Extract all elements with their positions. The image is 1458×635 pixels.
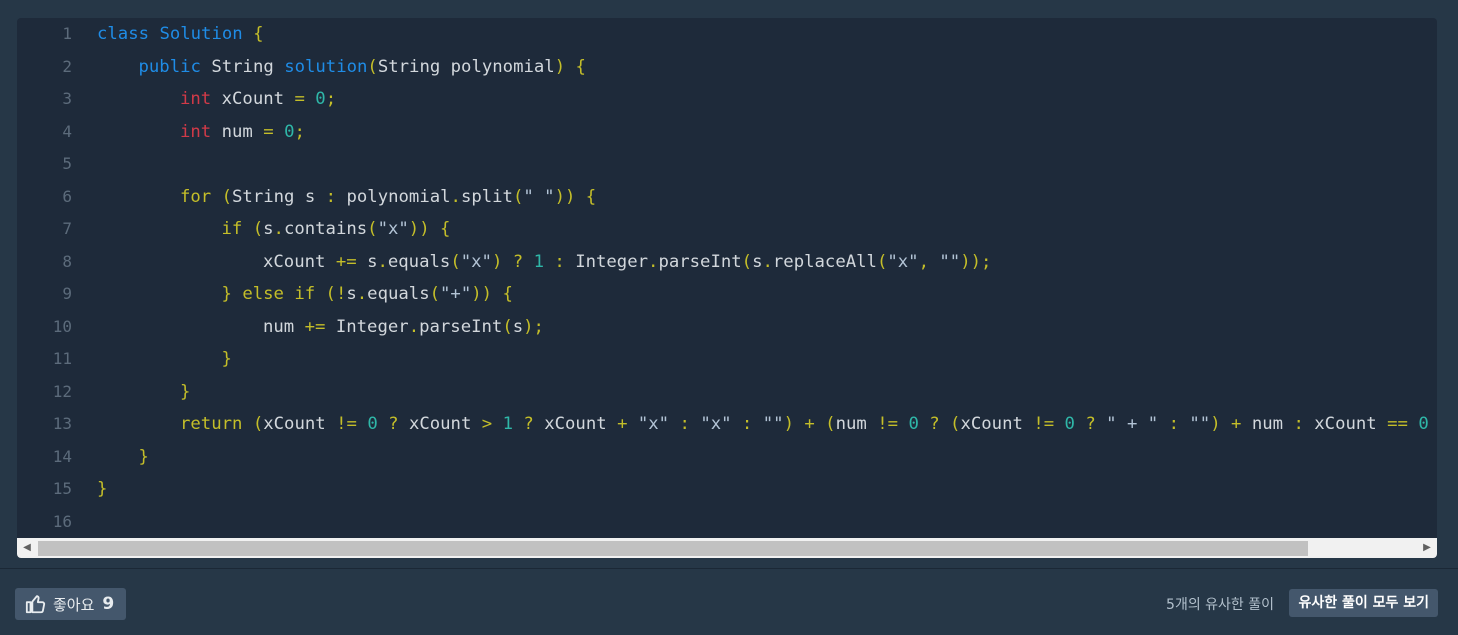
line-number: 5 — [62, 154, 72, 173]
code-text: xCount += s.equals("x") ? 1 : Integer.pa… — [263, 251, 992, 272]
code-line: 7 if (s.contains("x")) { — [17, 213, 450, 246]
line-number: 15 — [52, 479, 72, 498]
line-number: 7 — [62, 219, 72, 238]
code-line: 16 — [17, 506, 72, 539]
line-number: 3 — [62, 89, 72, 108]
view-similar-solutions-button[interactable]: 유사한 풀이 모두 보기 — [1289, 589, 1438, 617]
code-line: 6 for (String s : polynomial.split(" ")) … — [17, 181, 596, 214]
code-text: int num = 0; — [180, 121, 305, 142]
code-text: for (String s : polynomial.split(" ")) { — [180, 186, 597, 207]
line-number: 13 — [52, 414, 72, 433]
line-number: 8 — [62, 251, 72, 271]
page: 1 class Solution { 2 public String solution… — [0, 0, 1458, 635]
code-line: 15} — [17, 473, 108, 506]
code-line: 3 int xCount = 0; — [17, 83, 336, 116]
code-text: } — [180, 381, 191, 402]
code-line: 2 public String solution(String polynomia… — [17, 51, 586, 84]
code-line: 14} — [17, 441, 149, 474]
code-text: num += Integer.parseInt(s); — [263, 316, 544, 337]
code-text: class Solution { — [97, 24, 264, 44]
line-number: 12 — [52, 381, 72, 401]
line-number: 4 — [62, 121, 72, 141]
code-text: } — [221, 349, 232, 369]
thumbs-up-icon — [25, 595, 46, 614]
code-text: } — [97, 479, 108, 499]
code-viewer: 1 class Solution { 2 public String solution… — [17, 18, 1437, 558]
code-text: } — [138, 446, 149, 467]
code-area[interactable]: 1 class Solution { 2 public String solution… — [17, 18, 1437, 538]
scrollbar-thumb[interactable] — [38, 541, 1308, 556]
code-line: 1 class Solution { — [17, 18, 263, 51]
code-text: int xCount = 0; — [180, 89, 337, 109]
like-count: 9 — [102, 594, 115, 614]
code-text: if (s.contains("x")) { — [221, 219, 451, 239]
line-number: 16 — [52, 511, 72, 531]
code-text: } else if (!s.equals("+")) { — [221, 284, 513, 304]
code-line: 9 } else if (!s.equals("+")) { — [17, 278, 513, 311]
line-number: 1 — [62, 24, 72, 43]
line-number: 2 — [62, 56, 72, 76]
like-label: 좋아요 — [53, 595, 95, 614]
triangle-left-icon[interactable]: ◀ — [17, 538, 37, 558]
line-number: 9 — [62, 284, 72, 303]
divider — [0, 568, 1458, 569]
code-line: 8 xCount += s.equals("x") ? 1 : Integer.p… — [17, 246, 991, 279]
code-line: 12} — [17, 376, 191, 409]
code-text: public String solution(String polynomial… — [138, 56, 586, 77]
code-line: 5 — [17, 148, 72, 181]
code-text: return (xCount != 0 ? xCount > 1 ? xCoun… — [180, 414, 1429, 434]
line-number: 6 — [62, 186, 72, 206]
triangle-right-icon[interactable]: ▶ — [1417, 538, 1437, 558]
similar-solutions-count: 5개의 유사한 풀이 — [1166, 597, 1274, 613]
line-number: 10 — [52, 316, 72, 336]
horizontal-scrollbar[interactable]: ◀ ▶ — [17, 538, 1437, 558]
line-number: 11 — [52, 349, 72, 368]
like-button[interactable]: 좋아요 9 — [15, 588, 127, 620]
code-line: 11} — [17, 343, 232, 376]
code-line: 10 num += Integer.parseInt(s); — [17, 311, 544, 344]
line-number: 14 — [52, 446, 72, 466]
code-line: 4 int num = 0; — [17, 116, 305, 149]
code-line: 13 return (xCount != 0 ? xCount > 1 ? xCo… — [17, 408, 1429, 441]
